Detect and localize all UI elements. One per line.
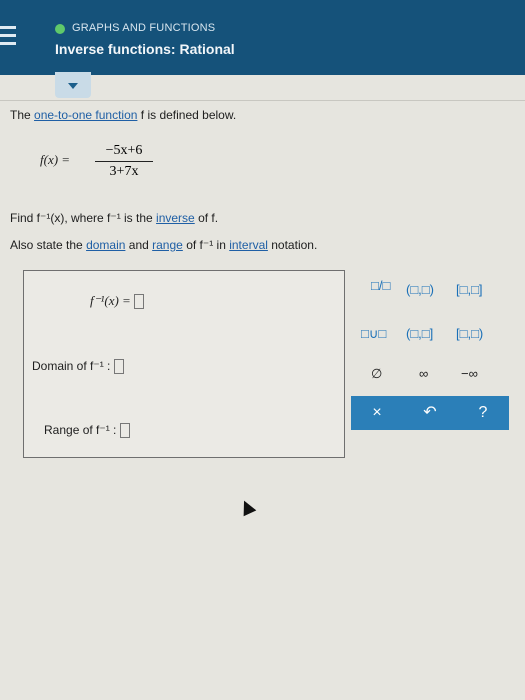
chevron-down-icon <box>68 83 78 89</box>
function-fraction: −5x+6 3+7x <box>95 143 153 180</box>
infinity-key[interactable]: ∞ <box>419 366 428 381</box>
empty-set-key[interactable]: ∅ <box>371 366 382 382</box>
fraction-key[interactable]: □/□ <box>371 278 390 293</box>
interval-link[interactable]: interval <box>229 238 268 252</box>
domain-link[interactable]: domain <box>86 238 125 252</box>
also-instruction: Also state the domain and range of f⁻¹ i… <box>10 238 318 252</box>
closed-closed-interval-key[interactable]: [□,□] <box>456 282 483 297</box>
problem-intro: The one-to-one function f is defined bel… <box>10 108 237 122</box>
range-link[interactable]: range <box>152 238 183 252</box>
inverse-link[interactable]: inverse <box>156 211 195 225</box>
open-closed-interval-key[interactable]: (□,□] <box>406 326 433 341</box>
one-to-one-link[interactable]: one-to-one function <box>34 108 137 122</box>
inverse-input[interactable] <box>134 294 145 310</box>
range-input[interactable] <box>119 423 130 439</box>
inverse-answer-row: f⁻¹(x) = <box>90 293 145 310</box>
domain-input[interactable] <box>113 359 124 375</box>
topic-label: GRAPHS AND FUNCTIONS <box>72 22 216 34</box>
union-key[interactable]: □∪□ <box>361 326 386 342</box>
keypad-action-bar: × ↶ ? <box>351 396 509 430</box>
domain-answer-row: Domain of f⁻¹ : <box>32 359 124 375</box>
page-title: Inverse functions: Rational <box>55 41 235 57</box>
negative-infinity-key[interactable]: −∞ <box>461 366 478 381</box>
fraction-bar <box>95 161 153 162</box>
closed-open-interval-key[interactable]: [□,□) <box>456 326 483 341</box>
collapse-button[interactable] <box>55 72 91 98</box>
denominator: 3+7x <box>109 164 139 179</box>
numerator: −5x+6 <box>105 143 143 158</box>
divider <box>0 100 525 101</box>
clear-button[interactable]: × <box>351 396 403 430</box>
menu-icon[interactable] <box>0 26 16 48</box>
help-button[interactable]: ? <box>457 396 509 430</box>
mouse-cursor-icon <box>237 497 257 517</box>
find-instruction: Find f⁻¹(x), where f⁻¹ is the inverse of… <box>10 211 219 225</box>
open-open-interval-key[interactable]: (□,□) <box>406 282 434 297</box>
undo-button[interactable]: ↶ <box>403 396 457 430</box>
range-answer-row: Range of f⁻¹ : <box>44 423 130 439</box>
function-lhs: f(x) = <box>40 152 71 167</box>
answer-box: f⁻¹(x) = Domain of f⁻¹ : Range of f⁻¹ : <box>23 270 345 458</box>
progress-dot-icon <box>55 24 65 34</box>
top-bar: GRAPHS AND FUNCTIONS Inverse functions: … <box>0 0 525 75</box>
